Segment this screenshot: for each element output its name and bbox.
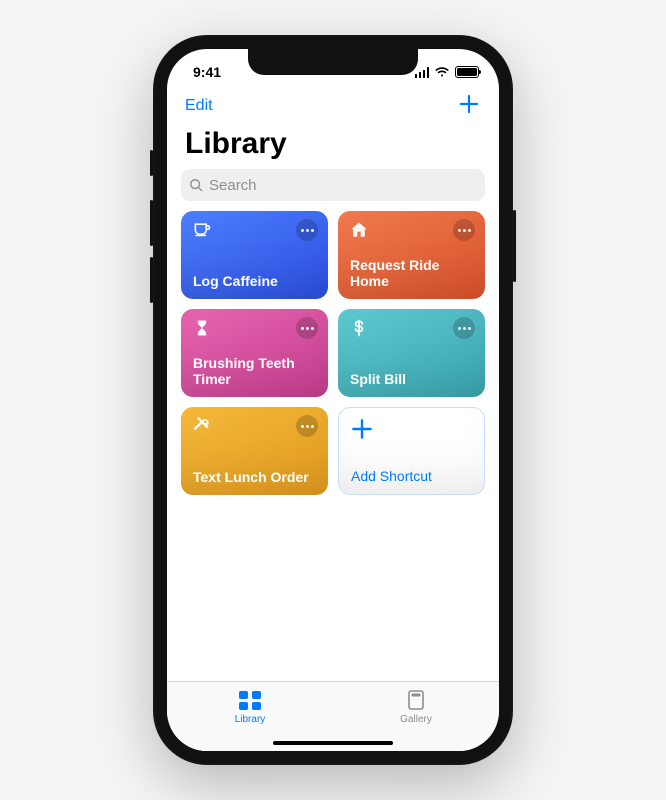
plus-icon: [349, 416, 375, 442]
shortcut-title: Log Caffeine: [193, 273, 316, 289]
screen: 9:41 Edit Library: [167, 49, 499, 751]
page-title: Library: [167, 125, 499, 169]
phone-side-button: [150, 200, 153, 246]
tab-gallery[interactable]: Gallery: [366, 688, 466, 725]
search-icon: [189, 178, 203, 192]
add-shortcut-label: Add Shortcut: [351, 468, 472, 484]
shortcut-title: Text Lunch Order: [193, 469, 316, 485]
cup-icon: [191, 219, 213, 241]
add-shortcut-tile[interactable]: Add Shortcut: [338, 407, 485, 495]
library-grid-icon: [237, 688, 263, 712]
wifi-icon: [434, 66, 450, 78]
phone-frame: 9:41 Edit Library: [153, 35, 513, 765]
shortcut-tile[interactable]: Split Bill: [338, 309, 485, 397]
gallery-icon: [403, 688, 429, 712]
plus-icon: [457, 92, 481, 116]
utensils-icon: [191, 415, 213, 437]
shortcut-grid: Log Caffeine Request Ride Home Brushing …: [167, 211, 499, 681]
search-input[interactable]: Search: [181, 169, 485, 201]
cellular-signal-icon: [415, 67, 430, 78]
more-button[interactable]: [296, 317, 318, 339]
shortcut-title: Brushing Teeth Timer: [193, 355, 316, 387]
shortcut-title: Split Bill: [350, 371, 473, 387]
edit-button[interactable]: Edit: [185, 97, 213, 115]
shortcut-tile[interactable]: Log Caffeine: [181, 211, 328, 299]
shortcut-tile[interactable]: Brushing Teeth Timer: [181, 309, 328, 397]
more-button[interactable]: [296, 415, 318, 437]
phone-side-button: [513, 210, 516, 282]
search-placeholder: Search: [209, 177, 257, 194]
home-icon: [348, 219, 370, 241]
tab-library[interactable]: Library: [200, 688, 300, 725]
status-time: 9:41: [193, 64, 221, 80]
dollar-icon: [348, 317, 370, 339]
more-button[interactable]: [453, 219, 475, 241]
more-button[interactable]: [296, 219, 318, 241]
shortcut-tile[interactable]: Request Ride Home: [338, 211, 485, 299]
phone-side-button: [150, 257, 153, 303]
notch: [248, 49, 418, 75]
more-button[interactable]: [453, 317, 475, 339]
shortcut-title: Request Ride Home: [350, 257, 473, 289]
battery-icon: [455, 66, 479, 78]
nav-bar: Edit: [167, 87, 499, 125]
hourglass-icon: [191, 317, 213, 339]
status-indicators: [415, 66, 480, 78]
phone-side-button: [150, 150, 153, 176]
add-button[interactable]: [457, 92, 481, 121]
tab-label: Library: [235, 714, 266, 725]
home-indicator[interactable]: [273, 741, 393, 745]
tab-label: Gallery: [400, 714, 432, 725]
shortcut-tile[interactable]: Text Lunch Order: [181, 407, 328, 495]
